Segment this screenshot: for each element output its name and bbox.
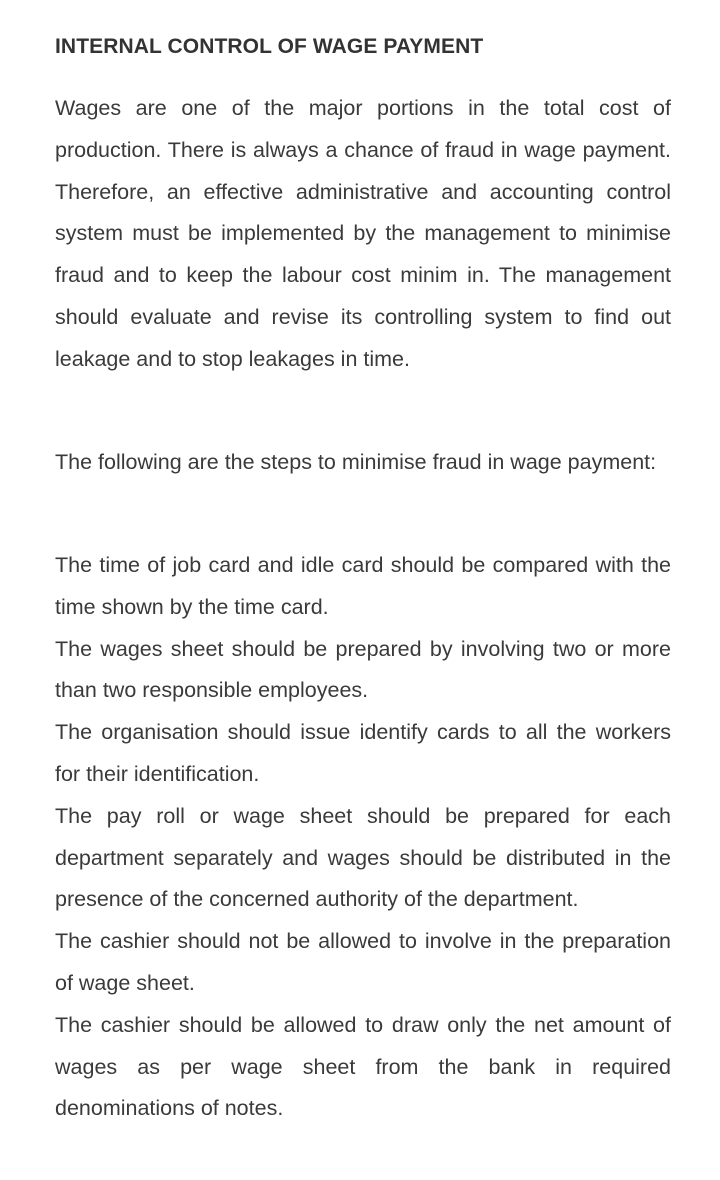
step-item-2: The wages sheet should be prepared by in… [55,636,671,703]
step-item-1: The time of job card and idle card shoul… [55,553,671,619]
step-item-3: The organisation should issue identify c… [55,720,671,786]
document-title: INTERNAL CONTROL OF WAGE PAYMENT [55,35,484,58]
intro-paragraph: Wages are one of the major portions in t… [55,96,671,371]
step-item-5: The cashier should not be allowed to inv… [55,929,671,995]
step-item-4: The pay roll or wage sheet should be pre… [55,803,671,912]
steps-lead-paragraph: The following are the steps to minimise … [55,450,657,474]
steps-list: The time of job card and idle card shoul… [55,545,671,1130]
step-item-6: The cashier should be allowed to draw on… [55,1012,671,1121]
